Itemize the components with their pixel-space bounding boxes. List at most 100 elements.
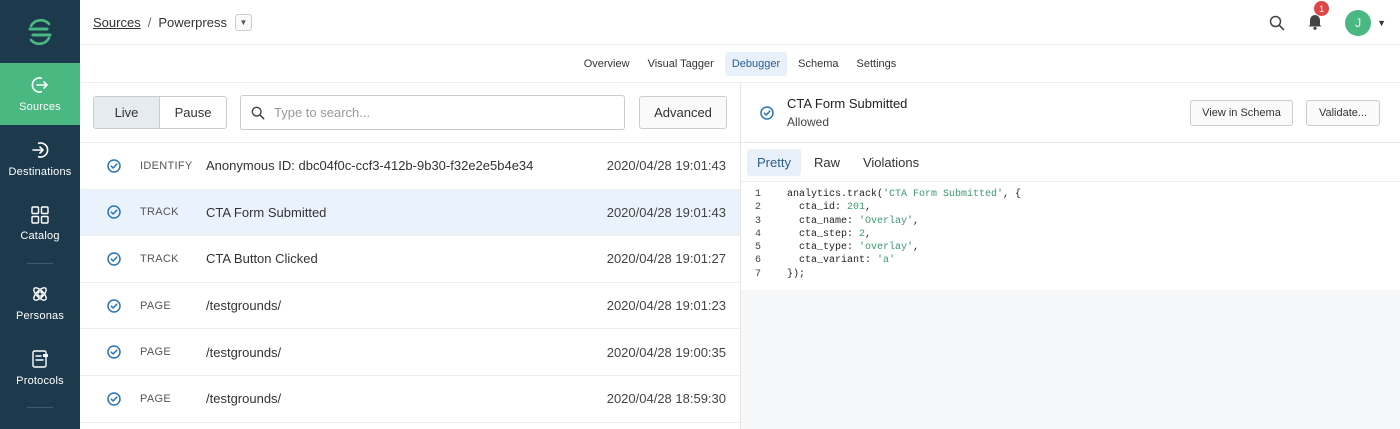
line-number: 2 — [755, 202, 762, 214]
event-row[interactable]: PAGE/testgrounds/2020/04/28 18:59:30 — [80, 376, 740, 423]
check-circle-icon — [760, 105, 774, 120]
nav-item-label: Destinations — [8, 166, 72, 178]
check-circle-icon — [107, 252, 121, 266]
nav-item-personas[interactable]: Personas — [0, 272, 80, 334]
code-text: analytics.track('CTA Form Submitted', { — [787, 189, 1022, 200]
nav-item-protocols[interactable]: Protocols — [0, 337, 80, 399]
nav-divider — [27, 407, 53, 408]
nav-divider — [27, 263, 53, 264]
event-row[interactable]: TRACK CTA Form Submitted 2020/04/28 19:01:… — [80, 189, 740, 237]
notifications-button[interactable]: 1 — [1307, 1, 1330, 33]
breadcrumb-current: Powerpress — [158, 14, 227, 30]
code-text: }); — [787, 268, 806, 280]
event-row[interactable]: IDENTIFY Anonymous ID: dbc04f0c-ccf3-412b… — [80, 143, 740, 190]
debugger-toolbar: Live Pause Advanced — [80, 83, 740, 143]
destinations-icon — [32, 142, 49, 158]
nav-item-sources[interactable]: Sources — [0, 63, 80, 125]
code-line: 6 cta_variant: 'a' — [741, 255, 1400, 268]
event-timestamp: 2020/04/28 19:01:43 — [606, 158, 726, 174]
segment-logo-icon — [28, 18, 52, 45]
code-text: cta_variant: 'a' — [787, 255, 896, 267]
tab-schema[interactable]: Schema — [791, 52, 845, 76]
tab-debugger[interactable]: Debugger — [724, 52, 788, 76]
live-pause-toggle: Live Pause — [93, 96, 227, 129]
breadcrumb-separator: / — [147, 14, 152, 30]
breadcrumb-link-sources[interactable]: Sources — [93, 15, 141, 30]
code-text: cta_step: 2, — [787, 228, 872, 240]
advanced-button[interactable]: Advanced — [639, 96, 727, 129]
line-number: 3 — [755, 215, 762, 227]
event-timestamp: 2020/04/28 19:01:27 — [606, 251, 726, 267]
event-name: /testgrounds/ — [206, 344, 282, 360]
event-row[interactable]: PAGE/testgrounds/2020/04/28 19:00:35 — [80, 329, 740, 376]
segment-logo[interactable] — [0, 0, 80, 63]
payload-code: 1 analytics.track('CTA Form Submitted', {… — [741, 182, 1400, 290]
nav-item-label: Protocols — [16, 375, 64, 387]
code-line: 4 cta_step: 2, — [741, 229, 1400, 242]
payload-tabs: Pretty Raw Violations — [741, 143, 1400, 182]
live-button[interactable]: Live — [94, 97, 160, 128]
view-in-schema-button[interactable]: View in Schema — [1190, 100, 1293, 126]
event-timestamp: 2020/04/28 19:01:43 — [606, 204, 726, 220]
code-text: cta_name: 'Overlay', — [787, 215, 920, 227]
event-type: PAGE — [140, 299, 171, 312]
nav-item-label: Sources — [19, 101, 61, 113]
search-input[interactable] — [274, 105, 604, 120]
code-line: 3 cta_name: 'Overlay', — [741, 216, 1400, 229]
personas-icon — [33, 287, 47, 301]
source-switcher-button[interactable]: ▼ — [234, 13, 252, 31]
tab-raw[interactable]: Raw — [804, 149, 850, 176]
nav-item-label: Personas — [15, 310, 65, 322]
event-name: CTA Button Clicked — [206, 251, 318, 267]
check-circle-icon — [107, 298, 121, 313]
top-right-actions: 1 J ▼ — [1269, 0, 1386, 45]
line-number: 5 — [755, 242, 762, 254]
event-timestamp: 2020/04/28 18:59:30 — [606, 391, 726, 407]
tab-visual-tagger[interactable]: Visual Tagger — [641, 52, 721, 76]
event-type: IDENTIFY — [140, 159, 193, 172]
nav-item-catalog[interactable]: Catalog — [0, 193, 80, 255]
check-circle-icon — [107, 159, 121, 173]
protocols-icon — [32, 350, 48, 368]
event-name: /testgrounds/ — [206, 391, 282, 407]
line-number: 4 — [755, 228, 762, 240]
source-tabs: Overview Visual Tagger Debugger Schema S… — [80, 46, 1400, 83]
code-line: 7}); — [741, 269, 1400, 282]
search-icon[interactable] — [1269, 15, 1285, 31]
event-detail-title-group: CTA Form Submitted Allowed — [787, 96, 907, 129]
catalog-icon — [31, 206, 49, 224]
chevron-down-icon: ▼ — [239, 17, 248, 27]
event-detail-title: CTA Form Submitted — [787, 96, 908, 111]
nav-item-destinations[interactable]: Destinations — [0, 128, 80, 190]
event-type: TRACK — [140, 252, 179, 265]
pause-button[interactable]: Pause — [160, 97, 226, 128]
event-detail-pane: CTA Form Submitted Allowed View in Schem… — [741, 83, 1400, 429]
account-caret-icon[interactable]: ▼ — [1377, 18, 1386, 28]
check-circle-icon — [107, 345, 121, 359]
validate-button[interactable]: Validate... — [1306, 100, 1380, 126]
event-name: CTA Form Submitted — [206, 204, 327, 220]
line-number: 7 — [755, 268, 762, 280]
event-detail-status: Allowed — [787, 115, 830, 129]
check-circle-icon — [107, 205, 121, 220]
line-number: 1 — [755, 189, 762, 200]
tab-violations[interactable]: Violations — [853, 149, 929, 176]
code-line: 5 cta_type: 'overlay', — [741, 242, 1400, 255]
line-number: 6 — [755, 255, 762, 267]
event-type: TRACK — [140, 206, 179, 219]
event-type: PAGE — [140, 392, 171, 405]
left-nav: Sources Destinations Catalog Personas Pr… — [0, 0, 80, 429]
event-detail-header: CTA Form Submitted Allowed View in Schem… — [741, 83, 1400, 143]
event-row[interactable]: TRACK CTA Button Clicked 2020/04/28 19:01:… — [80, 236, 740, 283]
event-search — [240, 95, 625, 130]
breadcrumb: Sources / Powerpress ▼ — [93, 13, 252, 31]
tab-pretty[interactable]: Pretty — [747, 148, 801, 176]
event-name: /testgrounds/ — [206, 298, 282, 314]
avatar[interactable]: J — [1345, 9, 1372, 36]
event-row[interactable]: PAGE/testgrounds/2020/04/28 19:01:23 — [80, 283, 740, 330]
check-circle-icon — [107, 392, 121, 406]
code-text: cta_id: 201, — [787, 202, 872, 214]
event-type: PAGE — [140, 346, 171, 359]
tab-overview[interactable]: Overview — [577, 52, 637, 76]
tab-settings[interactable]: Settings — [850, 52, 904, 76]
